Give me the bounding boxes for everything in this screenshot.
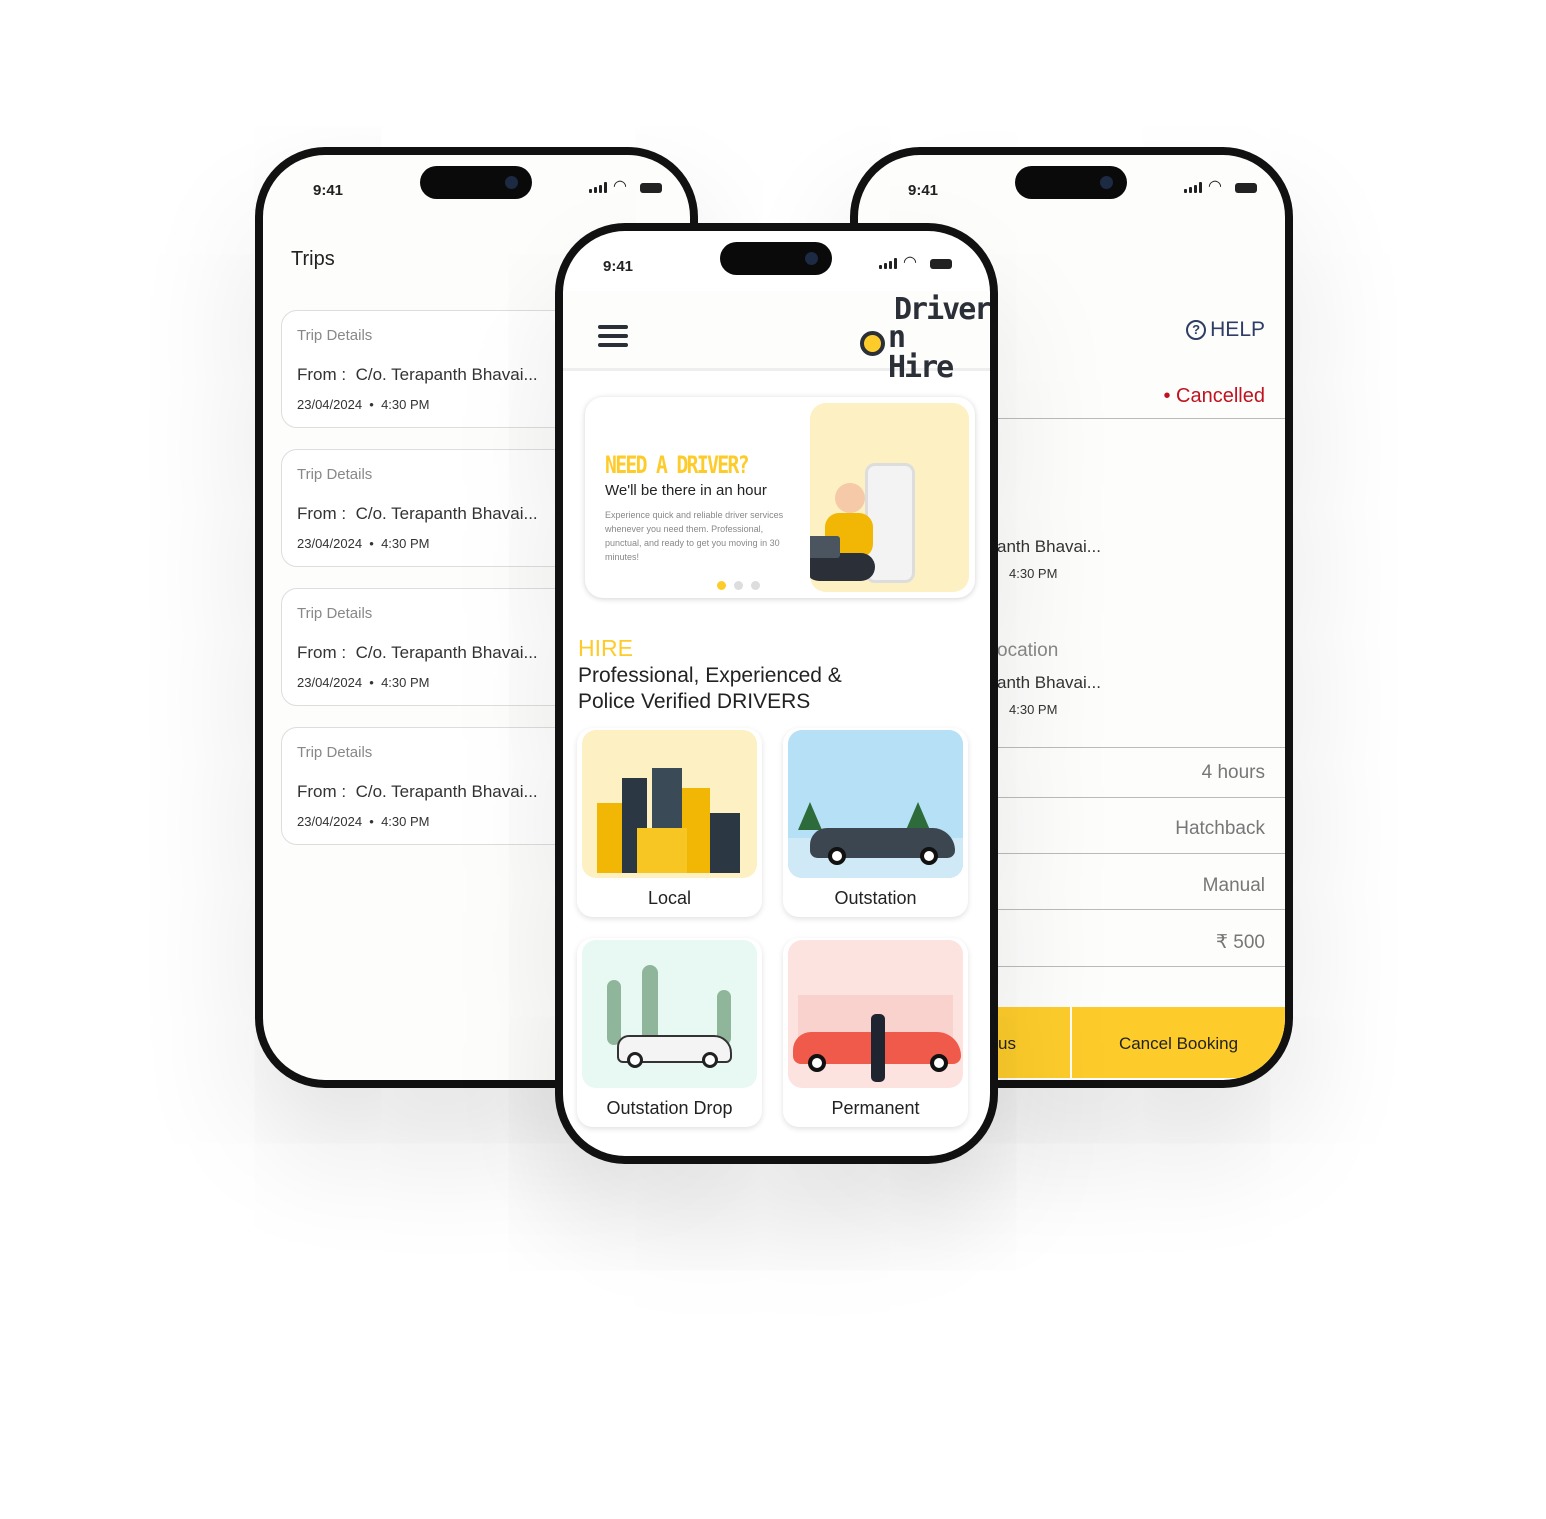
hire-line-2: Police Verified DRIVERS: [578, 690, 811, 713]
service-local[interactable]: Local: [577, 728, 762, 917]
status-time: 9:41: [908, 182, 939, 199]
car-illustration: [788, 730, 963, 878]
trip-time: 4:30 PM: [381, 675, 430, 690]
dynamic-island: [420, 166, 532, 199]
banner-subhead: We'll be there in an hour: [605, 482, 767, 499]
duration-value: 4 hours: [1201, 762, 1265, 783]
trip-datetime: 23/04/2024 • 4:30 PM: [297, 675, 430, 690]
from-address: C/o. Terapanth Bhavai...: [355, 782, 538, 801]
wifi-icon: ◠: [613, 178, 627, 195]
promo-banner[interactable]: NEED A DRIVER? We'll be there in an hour…: [585, 397, 975, 598]
carousel-dot-active[interactable]: [717, 581, 726, 590]
home-screen: 9:41 ◠ Driver n Hire NEED A DRIVER? We'l…: [563, 231, 990, 1156]
trip-from: From : C/o. Terapanth Bhavai...: [297, 643, 538, 663]
signal-icon: [1184, 182, 1202, 193]
carousel-dots[interactable]: [713, 577, 764, 595]
steering-wheel-icon: [860, 331, 885, 356]
trip-date: 23/04/2024: [297, 536, 363, 551]
status-badge: • Cancelled: [1163, 385, 1265, 407]
drop-address: anth Bhavai...: [997, 673, 1101, 692]
from-label: From :: [297, 504, 347, 523]
trip-date: 23/04/2024: [297, 397, 363, 412]
trip-card-label: Trip Details: [297, 466, 373, 483]
wifi-icon: ◠: [903, 254, 917, 271]
logo: Driver n Hire: [860, 295, 990, 383]
trip-card-label: Trip Details: [297, 605, 373, 622]
trip-time: 4:30 PM: [381, 397, 430, 412]
wifi-icon: ◠: [1208, 178, 1222, 195]
service-label: Outstation Drop: [606, 1098, 733, 1118]
trip-date: 23/04/2024: [297, 814, 363, 829]
service-outstation[interactable]: Outstation: [783, 728, 968, 917]
trip-card-label: Trip Details: [297, 744, 373, 761]
help-label: HELP: [1210, 318, 1265, 341]
battery-icon: [930, 259, 952, 269]
menu-icon[interactable]: [598, 325, 628, 347]
pickup-address: anth Bhavai...: [997, 537, 1101, 556]
signal-icon: [589, 182, 607, 193]
help-button[interactable]: ? HELP: [1186, 318, 1265, 342]
carousel-dot[interactable]: [751, 581, 760, 590]
chauffeur-illustration: [788, 940, 963, 1088]
from-address: C/o. Terapanth Bhavai...: [355, 504, 538, 523]
trip-datetime: 23/04/2024 • 4:30 PM: [297, 397, 430, 412]
service-label: Local: [647, 888, 692, 908]
service-permanent[interactable]: Permanent: [783, 938, 968, 1127]
status-time: 9:41: [313, 182, 344, 199]
service-outstation-drop[interactable]: Outstation Drop: [577, 938, 762, 1127]
banner-headline: NEED A DRIVER?: [605, 451, 750, 479]
hire-title: HIRE: [578, 635, 633, 661]
from-address: C/o. Terapanth Bhavai...: [355, 365, 538, 384]
battery-icon: [640, 183, 662, 193]
service-label: Permanent: [831, 1098, 920, 1118]
car-type-value: Hatchback: [1175, 818, 1265, 839]
signal-icon: [879, 258, 897, 269]
trip-datetime: 23/04/2024 • 4:30 PM: [297, 814, 430, 829]
cancel-booking-button[interactable]: Cancel Booking: [1072, 1007, 1285, 1078]
drop-time: 4:30 PM: [1009, 702, 1058, 717]
dynamic-island: [720, 242, 832, 275]
trip-datetime: 23/04/2024 • 4:30 PM: [297, 536, 430, 551]
trip-from: From : C/o. Terapanth Bhavai...: [297, 504, 538, 524]
drop-label: ocation: [997, 640, 1059, 661]
trip-date: 23/04/2024: [297, 675, 363, 690]
from-label: From :: [297, 365, 347, 384]
battery-icon: [1235, 183, 1257, 193]
trip-from: From : C/o. Terapanth Bhavai...: [297, 782, 538, 802]
carousel-dot[interactable]: [734, 581, 743, 590]
banner-illustration: [810, 403, 969, 592]
transmission-value: Manual: [1202, 875, 1265, 896]
cancel-booking-label: Cancel Booking: [1118, 1034, 1239, 1053]
dynamic-island: [1015, 166, 1127, 199]
from-address: C/o. Terapanth Bhavai...: [355, 643, 538, 662]
from-label: From :: [297, 782, 347, 801]
hire-line-1: Professional, Experienced &: [578, 664, 842, 687]
trip-time: 4:30 PM: [381, 536, 430, 551]
status-time: 9:41: [603, 258, 634, 275]
service-label: Outstation: [834, 888, 917, 908]
status-text: Cancelled: [1176, 385, 1265, 407]
secondary-button-label: us: [998, 1034, 1016, 1053]
trip-card-label: Trip Details: [297, 327, 373, 344]
page-title: Trips: [291, 248, 335, 270]
pickup-time: 4:30 PM: [1009, 566, 1058, 581]
price-value: ₹ 500: [1215, 932, 1265, 953]
phone-home: 9:41 ◠ Driver n Hire NEED A DRIVER? We'l…: [555, 223, 998, 1164]
trip-from: From : C/o. Terapanth Bhavai...: [297, 365, 538, 385]
from-label: From :: [297, 643, 347, 662]
trip-time: 4:30 PM: [381, 814, 430, 829]
banner-body: Experience quick and reliable driver ser…: [605, 510, 784, 562]
help-icon: ?: [1186, 320, 1207, 340]
city-illustration: [582, 730, 757, 878]
road-trip-illustration: [582, 940, 757, 1088]
